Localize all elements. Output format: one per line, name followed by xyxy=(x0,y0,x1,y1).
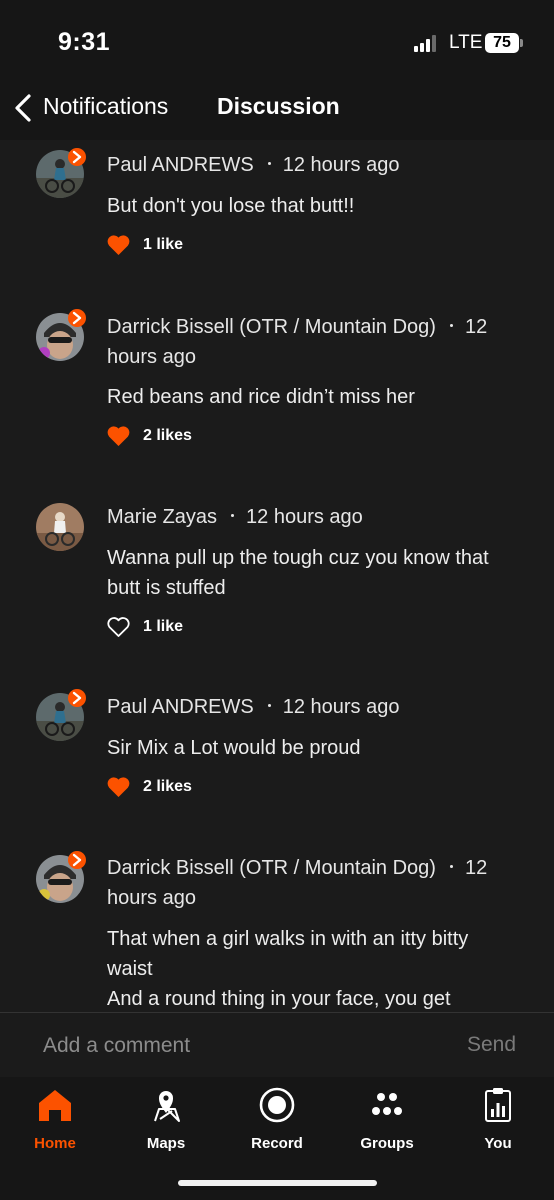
heart-filled-icon xyxy=(107,777,130,797)
groups-icon xyxy=(372,1093,402,1115)
comment-input[interactable]: Add a comment xyxy=(43,1034,190,1058)
send-button[interactable]: Send xyxy=(467,1033,516,1057)
avatar[interactable] xyxy=(36,503,84,551)
heart-filled-icon xyxy=(107,235,130,255)
chevron-left-icon[interactable] xyxy=(12,93,34,123)
strava-badge-icon xyxy=(68,689,86,707)
heart-outline-icon xyxy=(107,617,130,637)
back-button[interactable]: Notifications xyxy=(43,93,168,120)
like-button[interactable]: 1 like xyxy=(106,615,183,639)
cellular-signal-icon xyxy=(414,34,440,52)
like-button[interactable]: 1 like xyxy=(106,233,183,257)
tab-groups[interactable]: Groups xyxy=(332,1085,442,1165)
comment-author[interactable]: Paul ANDREWS xyxy=(107,696,254,718)
comment-text: Wanna pull up the tough cuz you know tha… xyxy=(107,547,489,599)
battery-tip xyxy=(520,39,523,47)
battery-icon: 75 xyxy=(485,33,519,53)
comment-text: Red beans and rice didn’t miss her xyxy=(107,386,415,408)
like-count: 1 like xyxy=(143,236,184,253)
like-count: 2 likes xyxy=(143,778,192,795)
comment-header: Paul ANDREWS 12 hours ago xyxy=(107,150,527,180)
comment-time: 12 hours ago xyxy=(246,506,363,528)
tab-label: Record xyxy=(251,1135,303,1152)
comment-time: 12 hours ago xyxy=(282,154,400,176)
comment-author[interactable]: Marie Zayas xyxy=(107,506,217,528)
nav-header: Notifications Discussion xyxy=(0,80,554,140)
comment-author[interactable]: Darrick Bissell (OTR / Mountain Dog) xyxy=(107,316,436,338)
comment-header: Darrick Bissell (OTR / Mountain Dog) 12 h… xyxy=(107,853,527,913)
home-icon xyxy=(39,1090,71,1121)
tab-label: Home xyxy=(34,1135,76,1152)
comment-feed[interactable]: Paul ANDREWS 12 hours ago But don't you l… xyxy=(0,140,554,1012)
comment-header: Darrick Bissell (OTR / Mountain Dog) 12 h… xyxy=(107,312,527,372)
tab-you[interactable]: You xyxy=(443,1085,553,1165)
like-count: 1 like xyxy=(143,618,184,635)
tab-label: You xyxy=(484,1135,512,1152)
heart-filled-icon xyxy=(107,426,130,446)
strava-badge-icon xyxy=(68,851,86,869)
comment-header: Paul ANDREWS 12 hours ago xyxy=(107,692,527,722)
like-count: 2 likes xyxy=(143,427,192,444)
like-button[interactable]: 2 likes xyxy=(106,424,192,448)
strava-badge-icon xyxy=(68,148,86,166)
comment-text: Sir Mix a Lot would be proud xyxy=(107,737,361,759)
status-time: 9:31 xyxy=(58,28,111,56)
home-indicator xyxy=(178,1180,377,1186)
map-pin-icon xyxy=(154,1091,180,1122)
tab-label: Groups xyxy=(360,1135,414,1152)
profile-clipboard-icon xyxy=(485,1088,511,1122)
comment-text: That when a girl walks in with an itty b… xyxy=(107,928,469,1010)
tab-record[interactable]: Record xyxy=(222,1085,332,1165)
comment-author[interactable]: Paul ANDREWS xyxy=(107,154,254,176)
comment-composer: Add a comment Send xyxy=(0,1012,554,1077)
tab-maps[interactable]: Maps xyxy=(111,1085,221,1165)
network-type: LTE xyxy=(449,32,483,53)
comment-header: Marie Zayas 12 hours ago xyxy=(107,502,527,532)
tab-label: Maps xyxy=(146,1135,186,1152)
comment-time: 12 hours ago xyxy=(282,696,400,718)
like-button[interactable]: 2 likes xyxy=(106,775,192,799)
comment-text: But don't you lose that butt!! xyxy=(107,195,355,217)
tab-home[interactable]: Home xyxy=(0,1085,110,1165)
record-icon xyxy=(259,1087,295,1123)
page-title: Discussion xyxy=(217,93,340,119)
comment-author[interactable]: Darrick Bissell (OTR / Mountain Dog) xyxy=(107,857,436,879)
status-bar: 9:31 LTE 75 xyxy=(0,0,554,80)
strava-badge-icon xyxy=(68,309,86,327)
